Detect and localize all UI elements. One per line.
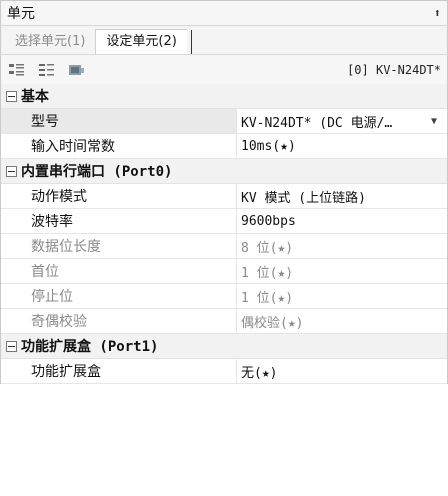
- property-label: 输入时间常数: [1, 134, 237, 158]
- property-label: 动作模式: [1, 184, 237, 208]
- collapse-toggle-icon[interactable]: [1, 90, 21, 102]
- property-label: 数据位长度: [1, 234, 237, 258]
- property-label: 奇偶校验: [1, 309, 237, 333]
- property-row-start-bit[interactable]: 首位 1 位(★): [1, 259, 447, 284]
- categorize-icon[interactable]: [7, 61, 27, 79]
- property-value[interactable]: 无(★): [237, 359, 447, 383]
- property-row-function-expansion-box[interactable]: 功能扩展盒 无(★): [1, 359, 447, 384]
- tab-select-unit[interactable]: 选择单元(1): [5, 30, 95, 54]
- property-row-data-bits[interactable]: 数据位长度 8 位(★): [1, 234, 447, 259]
- property-row-model[interactable]: 型号 KV-N24DT* (DC 电源/… ▼: [1, 109, 447, 134]
- sort-icon[interactable]: [37, 61, 57, 79]
- selected-device-label: [0] KV-N24DT*: [347, 62, 441, 77]
- group-label: 基本: [21, 89, 49, 105]
- property-value[interactable]: 1 位(★): [237, 259, 447, 283]
- property-label: 波特率: [1, 209, 237, 233]
- property-label: 停止位: [1, 284, 237, 308]
- property-label: 首位: [1, 259, 237, 283]
- property-row-input-time-constant[interactable]: 输入时间常数 10ms(★): [1, 134, 447, 159]
- collapse-toggle-icon[interactable]: [1, 340, 21, 352]
- group-serial-port[interactable]: 内置串行端口 (Port0): [1, 159, 447, 184]
- group-function-expansion[interactable]: 功能扩展盒 (Port1): [1, 334, 447, 359]
- property-row-stop-bit[interactable]: 停止位 1 位(★): [1, 284, 447, 309]
- property-value[interactable]: KV-N24DT* (DC 电源/… ▼: [237, 109, 447, 133]
- property-value[interactable]: 8 位(★): [237, 234, 447, 258]
- property-row-baud-rate[interactable]: 波特率 9600bps: [1, 209, 447, 234]
- property-value[interactable]: 偶校验(★): [237, 309, 447, 333]
- property-grid: 基本 型号 KV-N24DT* (DC 电源/… ▼ 输入时间常数 10ms(★…: [0, 84, 448, 384]
- property-value[interactable]: 10ms(★): [237, 134, 447, 158]
- panel-titlebar: 单元 ⬆: [0, 0, 448, 26]
- group-basic[interactable]: 基本: [1, 84, 447, 109]
- tab-bar: 选择单元(1) 设定单元(2): [0, 26, 448, 54]
- property-value[interactable]: 9600bps: [237, 209, 447, 233]
- property-row-operation-mode[interactable]: 动作模式 KV 模式 (上位链路): [1, 184, 447, 209]
- property-toolbar: [0] KV-N24DT*: [0, 54, 448, 84]
- tab-set-unit[interactable]: 设定单元(2): [95, 29, 187, 54]
- property-row-parity[interactable]: 奇偶校验 偶校验(★): [1, 309, 447, 334]
- property-label: 功能扩展盒: [1, 359, 237, 383]
- chevron-down-icon[interactable]: ▼: [431, 116, 443, 127]
- tab-divider: [190, 30, 192, 54]
- group-label: 功能扩展盒 (Port1): [21, 339, 159, 355]
- property-pages-icon[interactable]: [67, 61, 87, 79]
- panel-title: 单元: [7, 6, 35, 22]
- pin-icon[interactable]: ⬆: [434, 6, 441, 20]
- property-label: 型号: [1, 109, 237, 133]
- group-label: 内置串行端口 (Port0): [21, 164, 173, 180]
- property-value[interactable]: 1 位(★): [237, 284, 447, 308]
- property-value[interactable]: KV 模式 (上位链路): [237, 184, 447, 208]
- collapse-toggle-icon[interactable]: [1, 165, 21, 177]
